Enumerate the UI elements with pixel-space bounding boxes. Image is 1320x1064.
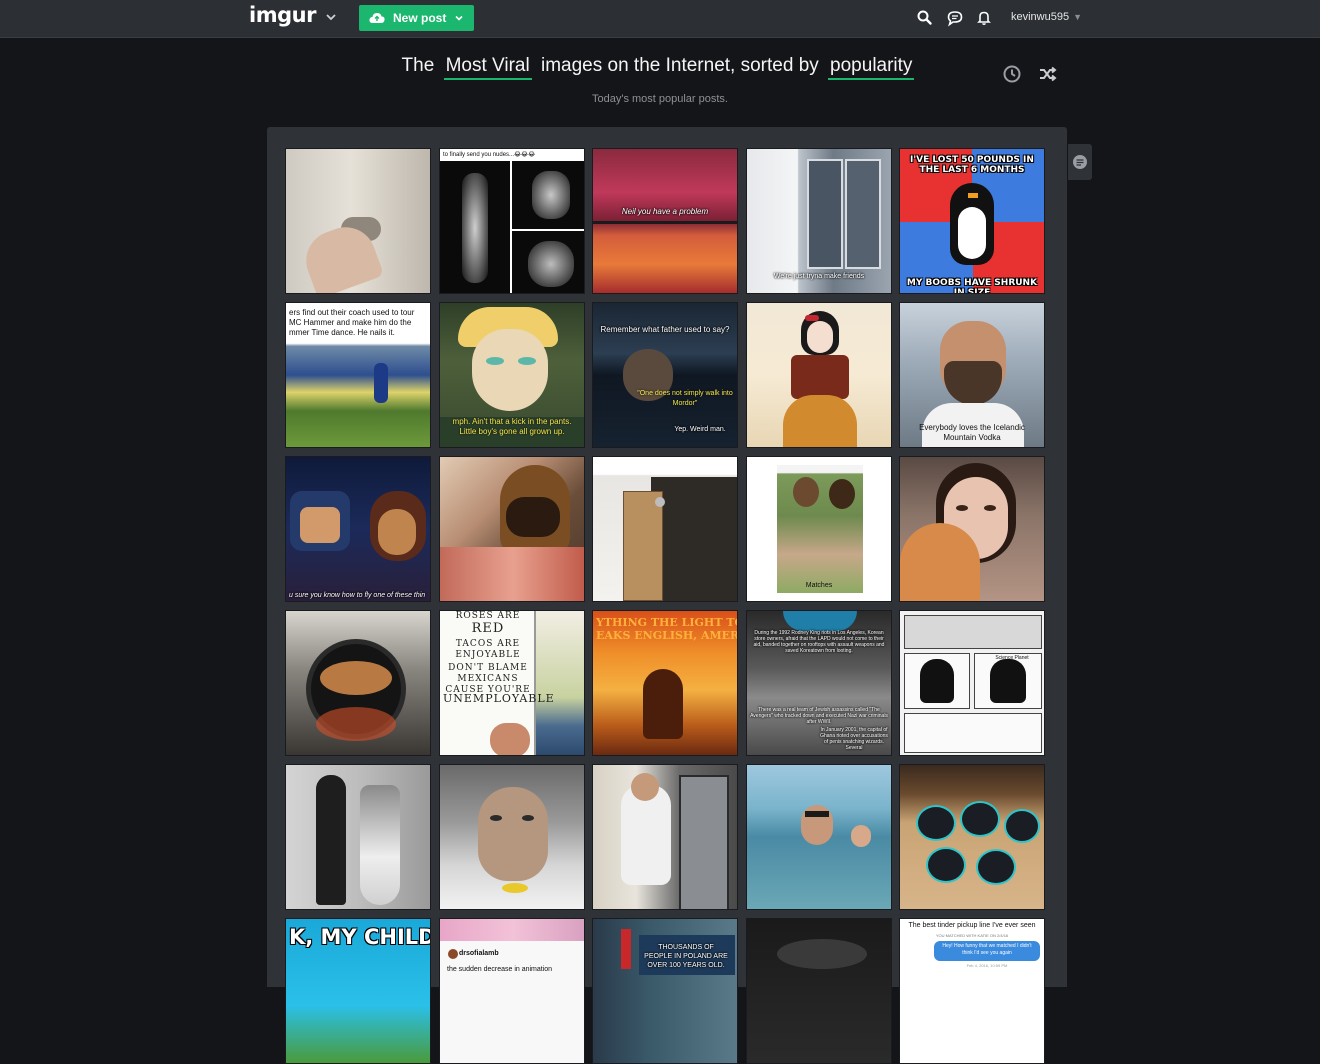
- tile-caption: UNEMPLOYABLE: [443, 692, 555, 705]
- chat-icon[interactable]: [946, 9, 964, 27]
- comments-toggle-button[interactable]: [1068, 144, 1092, 180]
- tile-caption: Feb 4, 2016, 10:59 PM: [966, 963, 1008, 968]
- clock-icon[interactable]: [1002, 64, 1022, 84]
- section-selector[interactable]: Most Viral: [443, 55, 532, 80]
- tile-caption: u sure you know how to fly one of these …: [289, 592, 426, 599]
- gallery-tile[interactable]: [592, 456, 738, 602]
- gallery-tile[interactable]: [285, 148, 431, 294]
- gallery-tile[interactable]: [592, 764, 738, 910]
- tile-caption: We're just tryna make friends: [773, 273, 865, 280]
- tile-caption: TACOS ARE ENJOYABLE: [455, 639, 521, 660]
- gallery-tile[interactable]: I'VE LOST 50 POUNDS IN THE LAST 6 MONTHS…: [899, 148, 1045, 294]
- page-subtitle: Today's most popular posts.: [591, 93, 728, 105]
- gallery-tile[interactable]: Neil you have a problem: [592, 148, 738, 294]
- gallery-tile[interactable]: Science Planet: [899, 610, 1045, 756]
- comment-icon: [1073, 155, 1087, 169]
- tile-caption: ers find out their coach used to tour MC…: [289, 308, 415, 337]
- chevron-down-icon[interactable]: [325, 11, 337, 23]
- gallery-tile[interactable]: ers find out their coach used to tour MC…: [285, 302, 431, 448]
- chevron-down-icon: [455, 15, 463, 21]
- headline-middle: images on the Internet, sorted by: [540, 55, 819, 76]
- gallery-tile[interactable]: During the 1992 Rodney King riots in Los…: [746, 610, 892, 756]
- gallery-tile[interactable]: [899, 764, 1045, 910]
- tile-caption: RED: [471, 621, 505, 636]
- tile-caption: I'VE LOST 50 POUNDS IN THE LAST 6 MONTHS: [910, 155, 1034, 175]
- tile-caption: "One does not simply walk into Mordor": [637, 390, 733, 407]
- new-post-label: New post: [393, 11, 447, 25]
- tile-caption: THOUSANDS OF PEOPLE IN POLAND ARE OVER 1…: [644, 944, 728, 969]
- tile-caption: MY BOOBS HAVE SHRUNK IN SIZE: [906, 278, 1038, 294]
- headline-prefix: The: [401, 55, 435, 76]
- top-navigation-bar: imgur New post kevinwu595 ▼: [0, 0, 1320, 38]
- gallery-tile[interactable]: THOUSANDS OF PEOPLE IN POLAND ARE OVER 1…: [592, 918, 738, 1064]
- tile-caption: Yep. Weird man.: [674, 426, 726, 433]
- tile-caption: Matches: [805, 582, 833, 589]
- gallery-tile[interactable]: [899, 456, 1045, 602]
- gallery-tile[interactable]: to finally send you nudes...😂😂😂: [439, 148, 585, 294]
- tile-caption: drsofialamb: [459, 950, 499, 957]
- tile-caption: There was a real team of Jewish assassin…: [750, 707, 888, 725]
- gallery-tile[interactable]: ROSES ARE RED TACOS ARE ENJOYABLE DON'T …: [439, 610, 585, 756]
- tile-caption: YOU MATCHED WITH KATIE ON 2/4/16: [935, 933, 1009, 938]
- username-label: kevinwu595: [1011, 11, 1070, 23]
- tile-caption: EAKS ENGLISH, AMERIC: [596, 630, 737, 642]
- gallery-tile[interactable]: Matches: [746, 456, 892, 602]
- gallery-tile[interactable]: mph. Ain't that a kick in the pants. Lit…: [439, 302, 585, 448]
- gallery-tile[interactable]: u sure you know how to fly one of these …: [285, 456, 431, 602]
- sort-selector[interactable]: popularity: [828, 55, 915, 80]
- tile-caption: to finally send you nudes...😂😂😂: [443, 152, 536, 158]
- gallery-tile[interactable]: [285, 764, 431, 910]
- imgur-logo[interactable]: imgur: [249, 3, 316, 27]
- gallery-tile[interactable]: [746, 918, 892, 1064]
- gallery-tile[interactable]: [746, 764, 892, 910]
- tile-caption: YTHING THE LIGHT TO: [596, 617, 737, 629]
- caret-down-icon: ▼: [1073, 12, 1083, 22]
- page-headline: The Most Viral images on the Internet, s…: [0, 55, 1320, 80]
- gallery-tile[interactable]: [439, 764, 585, 910]
- bell-icon[interactable]: [975, 9, 993, 27]
- gallery-tile[interactable]: [439, 456, 585, 602]
- gallery-tile[interactable]: We're just tryna make friends: [746, 148, 892, 294]
- tile-caption: During the 1992 Rodney King riots in Los…: [753, 630, 885, 654]
- tile-caption: Everybody loves the Icelandic Mountain V…: [919, 423, 1025, 442]
- tile-caption: Hey! How funny that we matched I didn't …: [942, 943, 1032, 956]
- user-menu[interactable]: kevinwu595 ▼: [1011, 11, 1082, 23]
- gallery-tile[interactable]: Remember what father used to say? "One d…: [592, 302, 738, 448]
- new-post-button[interactable]: New post: [359, 5, 474, 31]
- gallery-tile[interactable]: [285, 610, 431, 756]
- tile-caption: K, MY CHILDREN: [289, 925, 430, 949]
- gallery-tile[interactable]: K, MY CHILDREN: [285, 918, 431, 1064]
- tile-caption: Science Planet: [995, 655, 1029, 661]
- tile-caption: In January 2001, the capital of Ghana ri…: [820, 727, 888, 751]
- tile-caption: Remember what father used to say?: [600, 325, 730, 334]
- tile-caption: Neil you have a problem: [621, 207, 709, 216]
- gallery-tile[interactable]: The best tinder pickup line I've ever se…: [899, 918, 1045, 1064]
- tile-caption: mph. Ain't that a kick in the pants. Lit…: [452, 417, 572, 436]
- tile-caption: The best tinder pickup line I've ever se…: [908, 922, 1036, 929]
- gallery-tile[interactable]: [746, 302, 892, 448]
- gallery-tile[interactable]: Everybody loves the Icelandic Mountain V…: [899, 302, 1045, 448]
- gallery-tile[interactable]: drsofialamb the sudden decrease in anima…: [439, 918, 585, 1064]
- search-icon[interactable]: [916, 9, 934, 27]
- gallery-tile[interactable]: YTHING THE LIGHT TO EAKS ENGLISH, AMERIC: [592, 610, 738, 756]
- shuffle-icon[interactable]: [1038, 64, 1058, 84]
- cloud-upload-icon: [369, 13, 385, 23]
